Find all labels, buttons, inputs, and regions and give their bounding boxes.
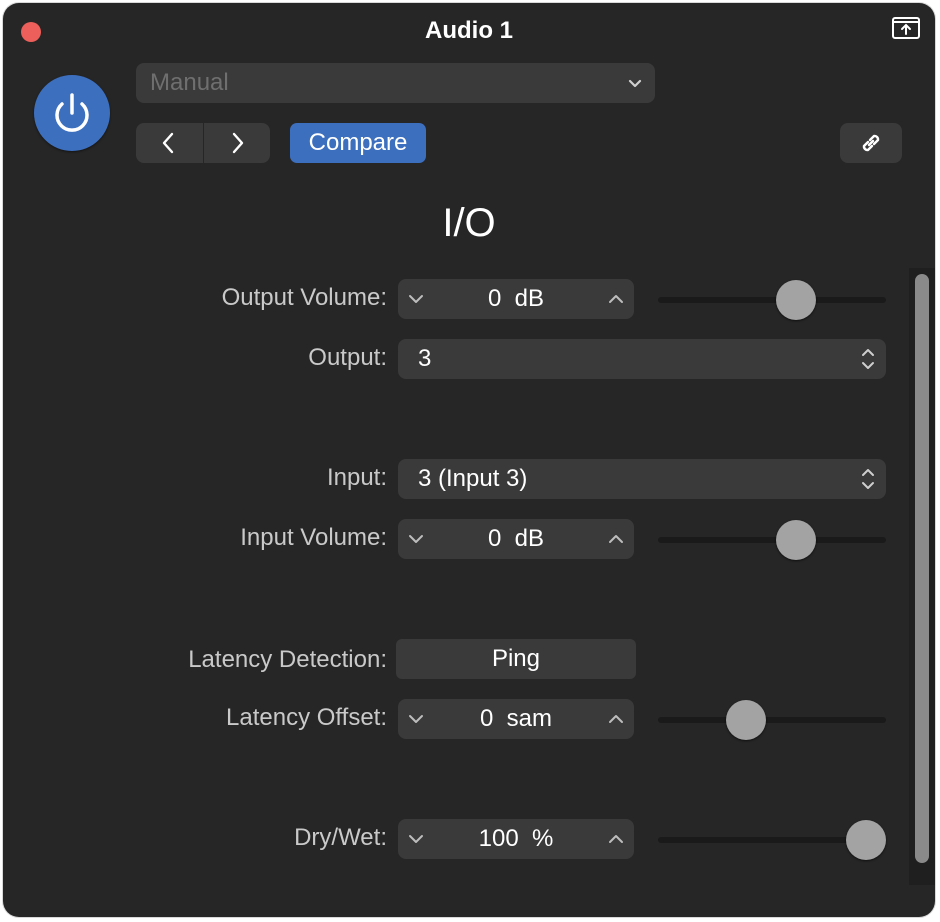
stepper-up-icon[interactable]: [606, 829, 626, 849]
output-volume-slider[interactable]: [658, 280, 886, 320]
slider-knob[interactable]: [776, 280, 817, 320]
window-title: Audio 1: [425, 17, 513, 44]
link-button[interactable]: [840, 123, 902, 163]
stepper-down-icon[interactable]: [406, 289, 426, 309]
input-label: Input:: [326, 464, 387, 491]
input-volume-slider[interactable]: [658, 520, 886, 560]
next-preset-button[interactable]: [204, 123, 271, 163]
slider-knob[interactable]: [776, 520, 817, 560]
output-volume-value: 0 dB: [487, 285, 545, 312]
latency-detection-label: Latency Detection:: [188, 646, 387, 673]
previous-preset-button[interactable]: [136, 123, 203, 163]
chevron-left-icon: [163, 132, 174, 154]
slider-track: [658, 537, 886, 543]
input-volume-label: Input Volume:: [240, 524, 387, 551]
output-select[interactable]: 3: [398, 339, 886, 379]
link-icon: [862, 134, 880, 152]
dry-wet-value: 100 %: [478, 825, 554, 852]
plugin-window: Audio 1 Manual Compare I/O Output Volume…: [3, 3, 935, 917]
dry-wet-stepper[interactable]: 100 %: [398, 819, 634, 859]
stepper-up-icon[interactable]: [606, 709, 626, 729]
dry-wet-label: Dry/Wet:: [294, 824, 387, 851]
preset-nav: [136, 123, 270, 163]
chevron-down-icon: [628, 79, 642, 88]
slider-knob[interactable]: [846, 820, 886, 860]
preset-menu[interactable]: Manual: [136, 63, 655, 103]
input-volume-stepper[interactable]: 0 dB: [398, 519, 634, 559]
power-icon: [55, 93, 89, 132]
latency-offset-label: Latency Offset:: [226, 704, 387, 731]
slider-track: [658, 297, 886, 303]
stepper-up-icon[interactable]: [606, 529, 626, 549]
dry-wet-slider[interactable]: [658, 820, 886, 860]
compare-button[interactable]: Compare: [290, 123, 426, 163]
output-label: Output:: [308, 344, 387, 371]
ping-button[interactable]: Ping: [396, 639, 636, 679]
section-title: I/O: [442, 201, 496, 245]
latency-offset-stepper[interactable]: 0 sam: [398, 699, 634, 739]
input-select[interactable]: 3 (Input 3): [398, 459, 886, 499]
stepper-up-icon[interactable]: [606, 289, 626, 309]
updown-icon: [862, 349, 874, 369]
stepper-down-icon[interactable]: [406, 829, 426, 849]
input-value: 3 (Input 3): [418, 465, 528, 492]
power-button[interactable]: [34, 75, 110, 151]
latency-offset-slider[interactable]: [658, 700, 886, 740]
updown-icon: [862, 469, 874, 489]
latency-offset-value: 0 sam: [479, 705, 553, 732]
chevron-right-icon: [232, 132, 243, 154]
slider-track: [658, 717, 886, 723]
stepper-down-icon[interactable]: [406, 709, 426, 729]
slider-knob[interactable]: [725, 700, 766, 740]
stepper-down-icon[interactable]: [406, 529, 426, 549]
scrollbar-thumb[interactable]: [915, 274, 929, 863]
pin-icon[interactable]: [892, 17, 920, 39]
output-volume-label: Output Volume:: [221, 284, 387, 311]
preset-value: Manual: [150, 69, 229, 96]
output-volume-stepper[interactable]: 0 dB: [398, 279, 634, 319]
output-value: 3: [418, 345, 432, 372]
input-volume-value: 0 dB: [487, 525, 545, 552]
